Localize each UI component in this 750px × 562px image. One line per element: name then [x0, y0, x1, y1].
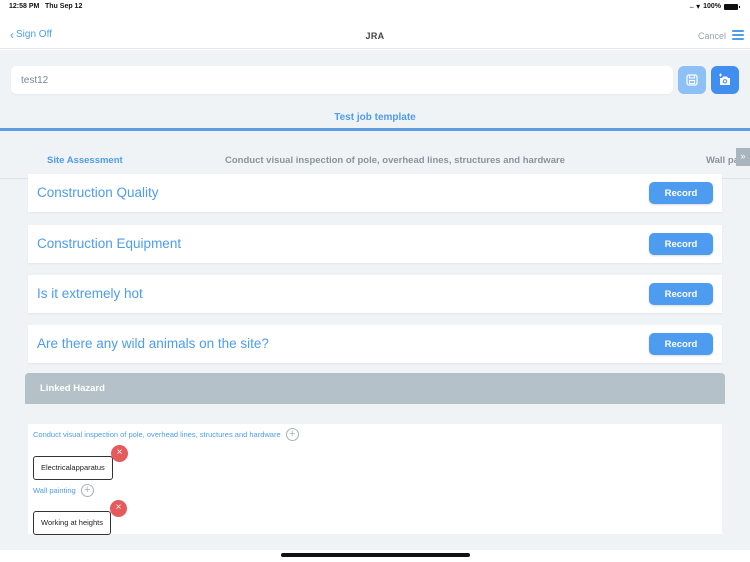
- battery-icon: [724, 3, 740, 10]
- status-bar: 12:58 PM Thu Sep 12 .... ▾ 100%: [0, 0, 750, 16]
- content-area: Test job template Site Assessment Conduc…: [0, 50, 750, 550]
- status-time: 12:58 PM: [9, 3, 40, 10]
- navigation-bar: ‹ Sign Off JRA Cancel: [0, 16, 750, 49]
- add-photo-button[interactable]: [711, 66, 739, 94]
- save-icon: [686, 74, 698, 86]
- tab-visual-inspection[interactable]: Conduct visual inspection of pole, overh…: [225, 155, 565, 166]
- linked-hazard-title: Linked Hazard: [40, 383, 105, 394]
- menu-icon[interactable]: [732, 30, 744, 40]
- add-hazard-icon[interactable]: +: [80, 484, 94, 497]
- template-divider: [0, 128, 750, 131]
- question-text: Is it extremely hot: [37, 286, 143, 301]
- record-button[interactable]: Record: [649, 233, 713, 255]
- section-tabs: Site Assessment Conduct visual inspectio…: [0, 155, 750, 171]
- question-row: Is it extremely hot Record: [28, 275, 722, 313]
- add-hazard-icon[interactable]: +: [285, 428, 299, 441]
- linked-hazard-header: Linked Hazard: [25, 373, 725, 404]
- linked-hazard-panel: Conduct visual inspection of pole, overh…: [28, 424, 722, 535]
- job-name-input[interactable]: [11, 66, 673, 94]
- question-row: Construction Quality Record: [28, 174, 722, 212]
- question-text: Construction Quality: [37, 185, 159, 200]
- hazard-chip: Working at heights: [33, 511, 111, 535]
- scroll-tabs-right-button[interactable]: »: [736, 148, 750, 166]
- camera-plus-icon: [719, 73, 730, 85]
- save-button[interactable]: [678, 66, 706, 94]
- page-title: JRA: [365, 31, 385, 41]
- hazard-section: Wall painting +: [33, 484, 94, 497]
- remove-hazard-icon[interactable]: ×: [110, 500, 127, 517]
- question-text: Construction Equipment: [37, 236, 182, 251]
- signal-icon: ....: [689, 3, 694, 10]
- record-button[interactable]: Record: [649, 182, 713, 204]
- record-button[interactable]: Record: [649, 333, 713, 355]
- status-date: Thu Sep 12: [45, 3, 83, 10]
- question-text: Are there any wild animals on the site?: [37, 336, 269, 351]
- status-right: .... ▾ 100%: [689, 2, 740, 11]
- template-title: Test job template: [334, 112, 416, 123]
- remove-hazard-icon[interactable]: ×: [111, 445, 128, 462]
- battery-percent: 100%: [703, 3, 721, 10]
- hazard-section-title: Wall painting: [33, 486, 76, 495]
- hazard-chip: Electricalapparatus: [33, 456, 113, 480]
- hazard-section-title: Conduct visual inspection of pole, overh…: [33, 430, 281, 439]
- home-indicator[interactable]: [281, 553, 470, 557]
- cancel-button[interactable]: Cancel: [698, 31, 726, 41]
- tab-site-assessment[interactable]: Site Assessment: [47, 155, 123, 166]
- hazard-section: Conduct visual inspection of pole, overh…: [33, 428, 299, 441]
- wifi-icon: ▾: [696, 2, 701, 11]
- question-row: Construction Equipment Record: [28, 225, 722, 263]
- record-button[interactable]: Record: [649, 283, 713, 305]
- question-row: Are there any wild animals on the site? …: [28, 325, 722, 363]
